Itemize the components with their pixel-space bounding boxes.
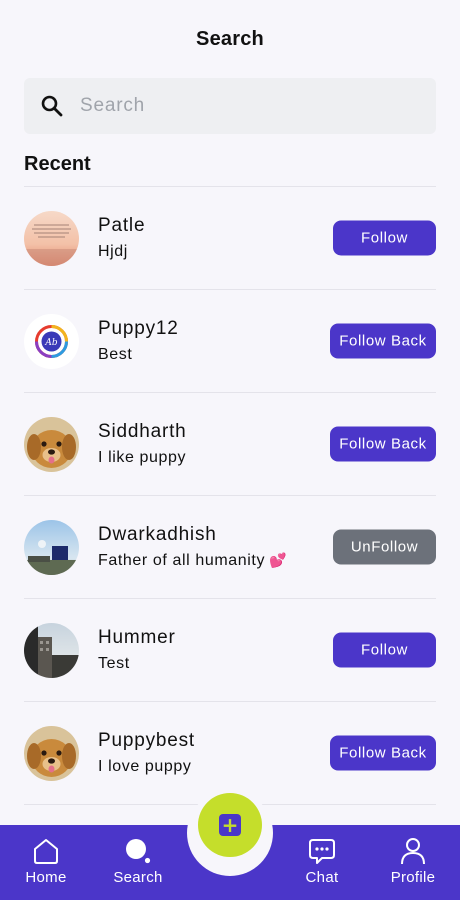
puppy-photo-avatar [24, 725, 79, 781]
add-post-button[interactable]: + [198, 793, 262, 857]
nav-search[interactable]: Search [103, 836, 173, 890]
building-photo-avatar [24, 622, 79, 678]
chat-icon [309, 839, 335, 864]
list-item[interactable]: Patle Hjdj Follow [24, 186, 436, 289]
search-input[interactable] [80, 95, 380, 117]
avatar[interactable] [24, 210, 79, 266]
list-item[interactable]: Ab Puppy12 Best Follow Back [24, 289, 436, 392]
nav-home-label: Home [25, 869, 67, 886]
nav-profile[interactable]: Profile [378, 836, 448, 890]
list-item[interactable]: Hummer Test Follow [24, 598, 436, 701]
list-item[interactable]: Siddharth I like puppy Follow Back [24, 392, 436, 495]
list-item[interactable]: Dwarkadhish Father of all humanity 💕 UnFo… [24, 495, 436, 598]
sky-photo-avatar [24, 519, 79, 575]
svg-text:Ab: Ab [44, 338, 57, 348]
follow-button[interactable]: Follow [333, 632, 436, 668]
nav-profile-label: Profile [390, 869, 436, 886]
page-title: Search [196, 27, 264, 50]
user-list: Patle Hjdj Follow Ab Puppy12 Best Follow… [24, 186, 436, 804]
home-icon [34, 839, 58, 864]
header: Search [0, 0, 460, 78]
search-icon [126, 839, 151, 864]
list-item[interactable]: Puppybest I love puppy Follow Back [24, 701, 436, 804]
avatar[interactable] [24, 725, 79, 781]
avatar[interactable] [24, 622, 79, 678]
section-title: Recent [24, 153, 91, 175]
follow-button[interactable]: Follow [333, 220, 436, 256]
follow-back-button[interactable]: Follow Back [330, 426, 436, 462]
plus-icon: + [219, 814, 241, 836]
follow-back-button[interactable]: Follow Back [330, 735, 436, 771]
hearts-emoji: 💕 [269, 552, 288, 568]
quote-image-avatar [24, 210, 79, 266]
avatar[interactable] [24, 519, 79, 575]
search-icon [41, 95, 63, 117]
nav-home[interactable]: Home [11, 836, 81, 890]
unfollow-button[interactable]: UnFollow [333, 529, 436, 565]
nav-search-label: Search [113, 869, 163, 886]
follow-back-button[interactable]: Follow Back [330, 323, 436, 359]
nav-chat[interactable]: Chat [287, 836, 357, 890]
nav-chat-label: Chat [305, 869, 339, 886]
search-bar[interactable] [24, 78, 436, 134]
profile-icon [401, 838, 425, 865]
avatar[interactable] [24, 416, 79, 472]
logo-image-avatar: Ab [24, 313, 79, 369]
avatar[interactable]: Ab [24, 313, 79, 369]
puppy-photo-avatar [24, 416, 79, 472]
